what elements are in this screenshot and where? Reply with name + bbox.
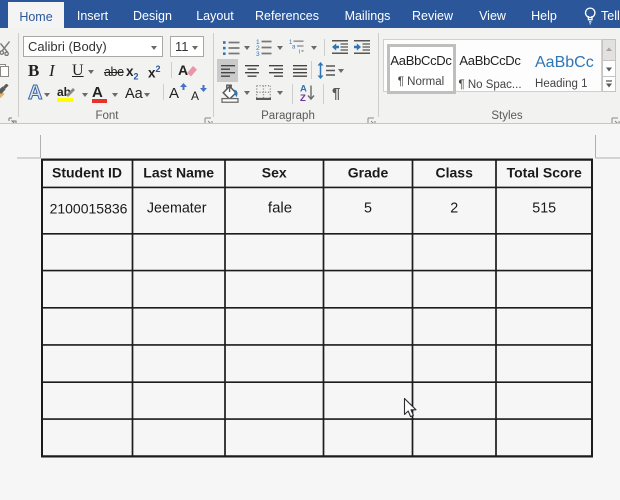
svg-text:Z: Z — [300, 93, 306, 103]
svg-text:Jeemater: Jeemater — [147, 201, 207, 217]
svg-text:Total Score: Total Score — [507, 165, 582, 181]
svg-text:fale: fale — [268, 200, 292, 217]
svg-text:Grade: Grade — [348, 165, 389, 181]
svg-text:a: a — [292, 45, 296, 51]
svg-text:5: 5 — [364, 201, 372, 217]
svg-text:Last Name: Last Name — [143, 165, 214, 181]
svg-text:515: 515 — [532, 201, 556, 217]
svg-text:2: 2 — [450, 201, 458, 217]
svg-text:Class: Class — [436, 165, 474, 181]
svg-text:3: 3 — [256, 51, 260, 56]
svg-text:Student ID: Student ID — [52, 165, 122, 181]
svg-text:A: A — [28, 83, 42, 102]
svg-text:i: i — [299, 49, 300, 54]
svg-text:Sex: Sex — [262, 165, 287, 181]
svg-text:2100015836: 2100015836 — [50, 201, 128, 217]
